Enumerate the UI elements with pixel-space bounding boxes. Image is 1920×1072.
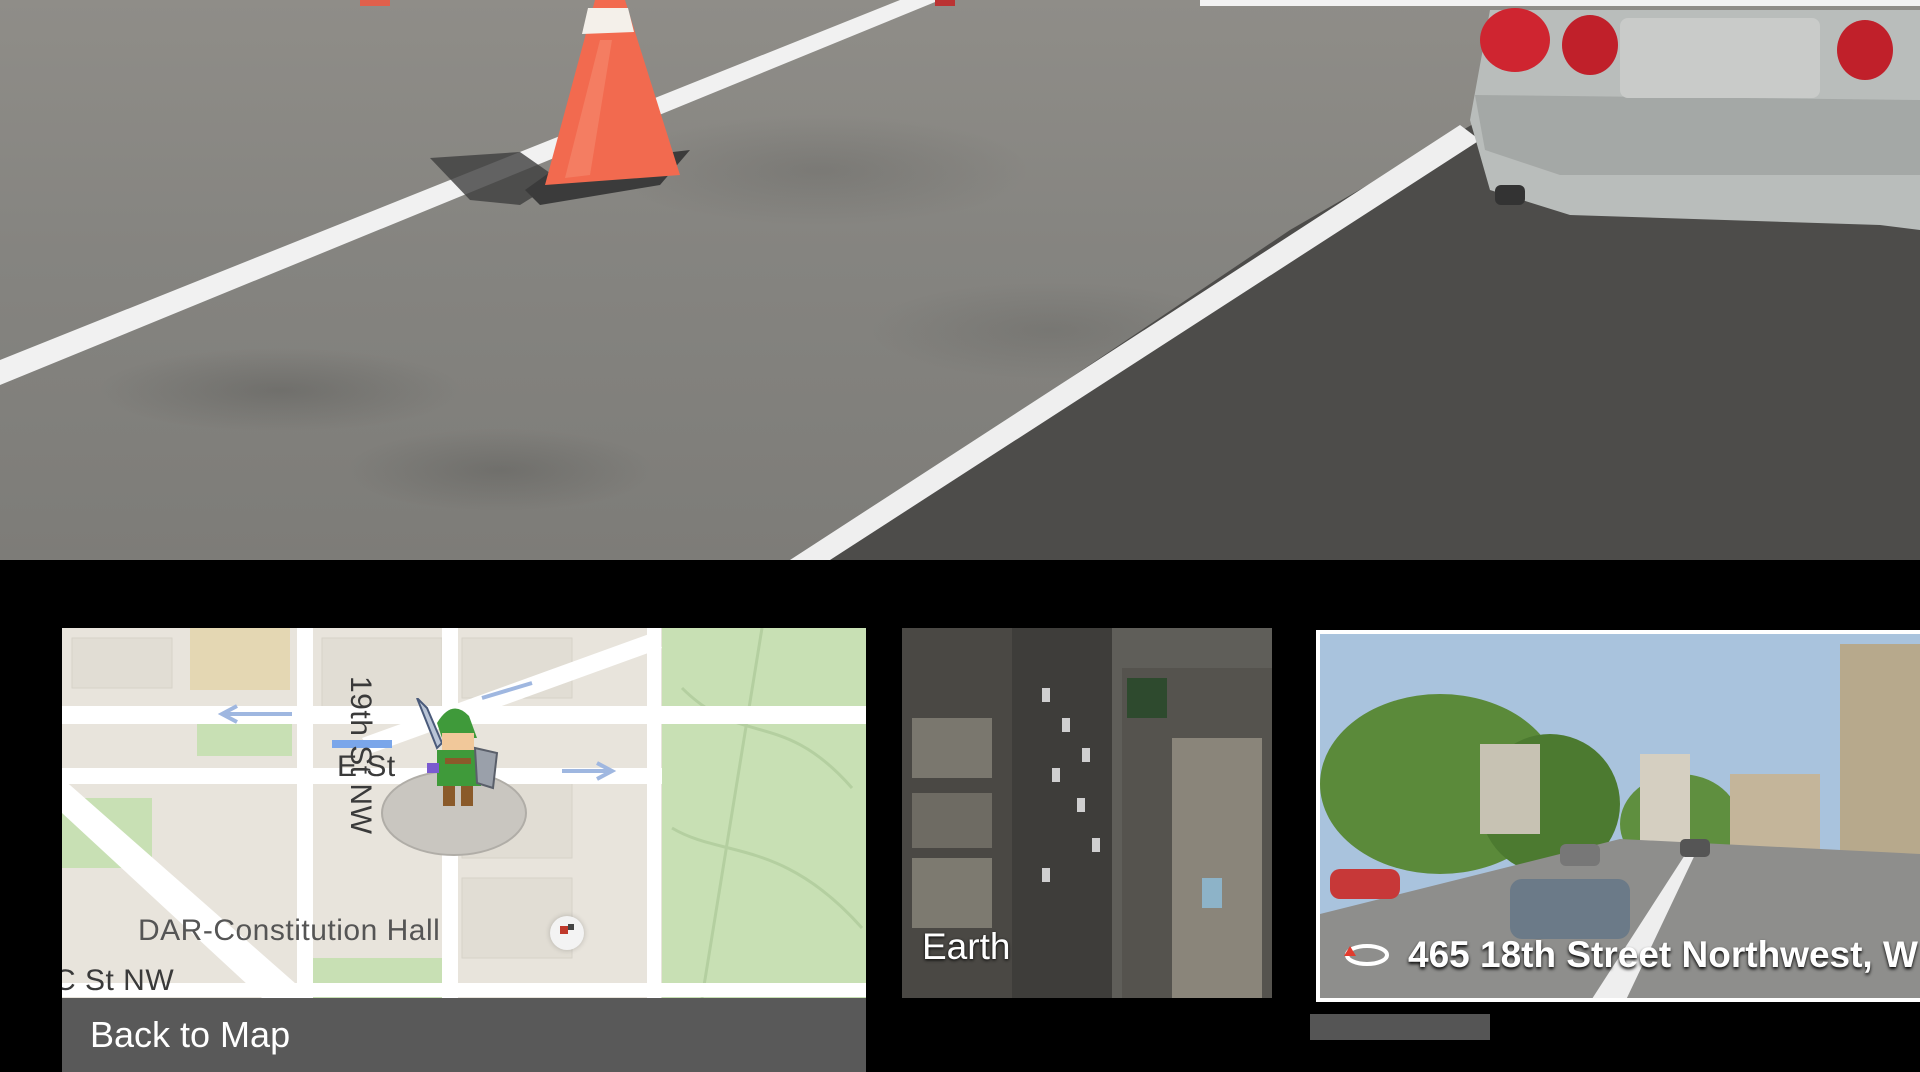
- back-to-map-button[interactable]: Back to Map: [62, 998, 866, 1072]
- earth-label: Earth: [922, 926, 1011, 967]
- street-view-address: 465 18th Street Northwest, W: [1408, 934, 1918, 975]
- pegman-link-icon[interactable]: [397, 698, 507, 818]
- place-label[interactable]: DAR-Constitution Hall: [138, 914, 440, 948]
- street-view-label: 465 18th Street Northwest, W: [1342, 934, 1918, 976]
- rotate-360-icon: [1344, 944, 1389, 966]
- street-view-thumbnail[interactable]: 465 18th Street Northwest, W: [1316, 630, 1920, 1002]
- map-card[interactable]: 19th St NW E St DAR-Constitution Hall C …: [62, 628, 866, 1072]
- panorama-scene: [0, 0, 1920, 560]
- thumbnail-scrollbar[interactable]: [1310, 1014, 1490, 1040]
- top-border-strip: [1200, 0, 1920, 6]
- place-pin-icon[interactable]: [550, 916, 584, 950]
- street-label-e-st: E St: [337, 750, 396, 783]
- street-view-panorama[interactable]: [0, 0, 1920, 560]
- earth-thumbnail[interactable]: Earth: [902, 628, 1272, 998]
- map-view[interactable]: 19th St NW E St DAR-Constitution Hall C …: [62, 628, 866, 998]
- street-label-c-st: C St NW: [62, 964, 175, 997]
